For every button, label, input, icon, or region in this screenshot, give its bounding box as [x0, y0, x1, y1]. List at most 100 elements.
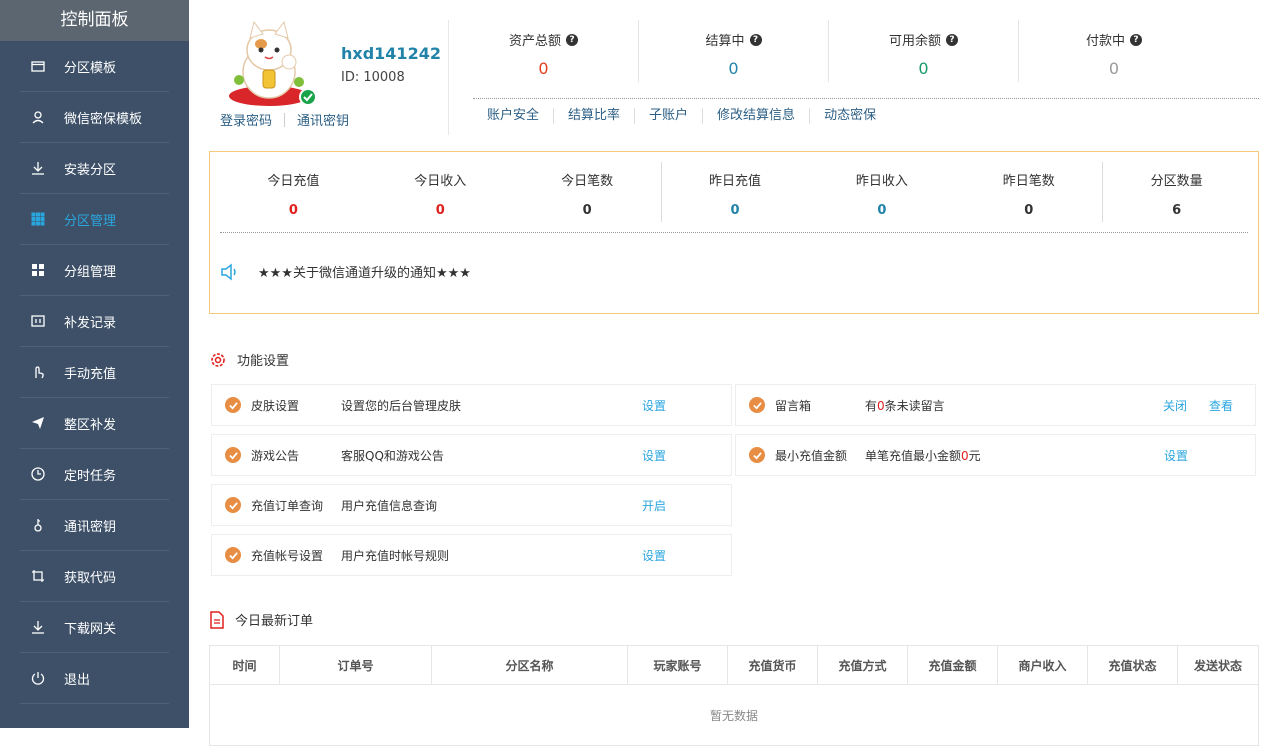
today-stat: 昨日充值 0: [662, 162, 809, 222]
sidebar-item-6[interactable]: 手动充值: [20, 347, 169, 398]
today-stat-label: 昨日收入: [855, 174, 908, 189]
function-card: 充值帐号设置 用户充值时帐号规则 设置: [211, 534, 732, 576]
sidebar-item-label: 微信密保模板: [64, 111, 143, 127]
account-link-3[interactable]: 修改结算信息: [703, 108, 811, 124]
empty-data-text: 暂无数据: [709, 709, 758, 723]
username: hxd141242: [341, 44, 441, 63]
check-circle-icon: [225, 497, 241, 513]
login-password-link[interactable]: 登录密码: [220, 110, 272, 129]
function-action-link[interactable]: 设置: [642, 397, 666, 414]
sidebar-item-4[interactable]: 分组管理: [20, 245, 169, 296]
help-icon[interactable]: ?: [749, 33, 762, 46]
hand-icon: [30, 364, 46, 380]
sidebar-item-label: 补发记录: [64, 315, 117, 331]
send-icon: [30, 415, 46, 431]
column-header: 充值方式: [818, 646, 908, 684]
notice-text[interactable]: ★★★关于微信通道升级的通知★★★: [258, 262, 471, 281]
today-stat-value: 6: [1172, 203, 1182, 218]
column-header: 订单号: [280, 646, 432, 684]
sidebar-item-10[interactable]: 获取代码: [20, 551, 169, 602]
view-link[interactable]: 查看: [1209, 397, 1233, 414]
stat-1: 结算中? 0: [639, 20, 829, 82]
sidebar-item-11[interactable]: 下载网关: [20, 602, 169, 653]
gear-icon: [211, 352, 225, 367]
profile-card: hxd141242 ID: 10008 登录密码 通讯密钥: [209, 20, 441, 135]
function-desc: 有0条未读留言: [865, 398, 945, 413]
sidebar-item-label: 获取代码: [64, 570, 117, 586]
column-header: 发送状态: [1193, 658, 1242, 673]
sidebar-item-label: 整区补发: [64, 417, 117, 433]
stat-label: 可用余额: [888, 34, 941, 49]
sidebar-title: 控制面板: [0, 0, 189, 41]
function-action-link[interactable]: 开启: [642, 497, 666, 514]
function-action-link[interactable]: 设置: [642, 447, 666, 464]
stat-label: 付款中: [1085, 34, 1125, 49]
today-stat: 昨日收入 0: [808, 162, 955, 222]
sidebar-item-9[interactable]: 通讯密钥: [20, 500, 169, 551]
account-link-2[interactable]: 子账户: [635, 108, 704, 124]
stat-value: 0: [1108, 59, 1120, 78]
function-action-link[interactable]: 设置: [642, 547, 666, 564]
account-link-0[interactable]: 账户安全: [473, 108, 555, 124]
stat-2: 可用余额? 0: [829, 20, 1019, 82]
stat-label: 资产总额: [508, 34, 561, 49]
function-desc: 单笔充值最小金额0元: [865, 448, 981, 463]
today-stat: 今日收入 0: [367, 162, 514, 222]
sidebar-item-7[interactable]: 整区补发: [20, 398, 169, 449]
help-icon[interactable]: ?: [946, 33, 958, 46]
column-header: 充值状态: [1088, 646, 1178, 684]
sidebar-item-3[interactable]: 分区管理: [20, 194, 169, 245]
asset-stats: 资产总额? 0 结算中? 0 可用余额? 0 付款中? 0: [449, 20, 1249, 86]
today-stat: 今日笔数 0: [514, 162, 661, 222]
sidebar-item-label: 分区模板: [64, 60, 117, 76]
orders-table: 时间 订单号 分区名称 玩家账号 充值货币 充值方式 充值金额 商户收入 充值状态 发送状态 暂无…: [209, 645, 1259, 746]
function-card: 皮肤设置 设置您的后台管理皮肤 设置: [211, 384, 732, 426]
today-stat-label: 今日笔数: [561, 174, 614, 189]
download-icon: [30, 160, 46, 176]
function-name: 留言箱: [775, 398, 812, 413]
close-link[interactable]: 关闭: [1163, 397, 1187, 414]
clock-icon: [30, 466, 46, 482]
function-name: 充值订单查询: [251, 498, 324, 513]
today-summary: 今日充值 0 今日收入 0 今日笔数 0 昨日充值 0 昨日收入 0 昨日笔数 0 分区数量 6 ★★★关…: [209, 151, 1259, 314]
user-id: ID: 10008: [341, 70, 405, 85]
stat-value: 0: [728, 59, 739, 78]
sidebar-item-0[interactable]: 分区模板: [20, 41, 169, 92]
column-header: 商户收入: [998, 646, 1088, 684]
crop-icon: [30, 568, 46, 584]
today-stat-label: 今日收入: [414, 174, 467, 189]
today-stat: 分区数量 6: [1103, 162, 1250, 222]
main-content: hxd141242 ID: 10008 登录密码 通讯密钥 资产总额? 0 结算中?…: [189, 0, 1276, 746]
function-desc: 客服QQ和游戏公告: [341, 448, 444, 463]
sidebar-item-12[interactable]: 退出: [20, 653, 169, 704]
sidebar-item-5[interactable]: 补发记录: [20, 296, 169, 347]
account-link-1[interactable]: 结算比率: [554, 108, 636, 124]
notice[interactable]: ★★★关于微信通道升级的通知★★★: [220, 262, 471, 281]
function-action-link[interactable]: 设置: [1164, 447, 1188, 464]
function-name: 皮肤设置: [251, 398, 300, 413]
record-icon: [30, 313, 46, 329]
function-desc: 用户充值信息查询: [341, 498, 438, 513]
today-stat-value: 0: [730, 203, 740, 218]
help-icon[interactable]: ?: [566, 33, 578, 46]
key-icon: [30, 517, 46, 533]
today-stat-value: 0: [1024, 203, 1034, 218]
verified-badge-icon: [299, 88, 317, 106]
sidebar-item-1[interactable]: 微信密保模板: [20, 92, 169, 143]
stat-value: 0: [918, 59, 929, 78]
help-icon[interactable]: ?: [1130, 33, 1142, 46]
sidebar-item-label: 分区管理: [64, 213, 117, 229]
sidebar-item-2[interactable]: 安装分区: [20, 143, 169, 194]
column-header: 充值货币: [728, 646, 818, 684]
stat-0: 资产总额? 0: [449, 20, 639, 82]
grid-icon: [30, 211, 46, 227]
function-desc: 设置您的后台管理皮肤: [341, 398, 462, 413]
function-settings-header: 功能设置: [209, 350, 289, 369]
today-stat-label: 今日充值: [267, 174, 320, 189]
sidebar-item-8[interactable]: 定时任务: [20, 449, 169, 500]
comm-key-link[interactable]: 通讯密钥: [297, 110, 349, 129]
sidebar-item-label: 手动充值: [64, 366, 117, 382]
check-circle-icon: [225, 547, 241, 563]
function-card: 留言箱 有0条未读留言 关闭 查看: [735, 384, 1256, 426]
account-link-4[interactable]: 动态密保: [810, 108, 890, 124]
